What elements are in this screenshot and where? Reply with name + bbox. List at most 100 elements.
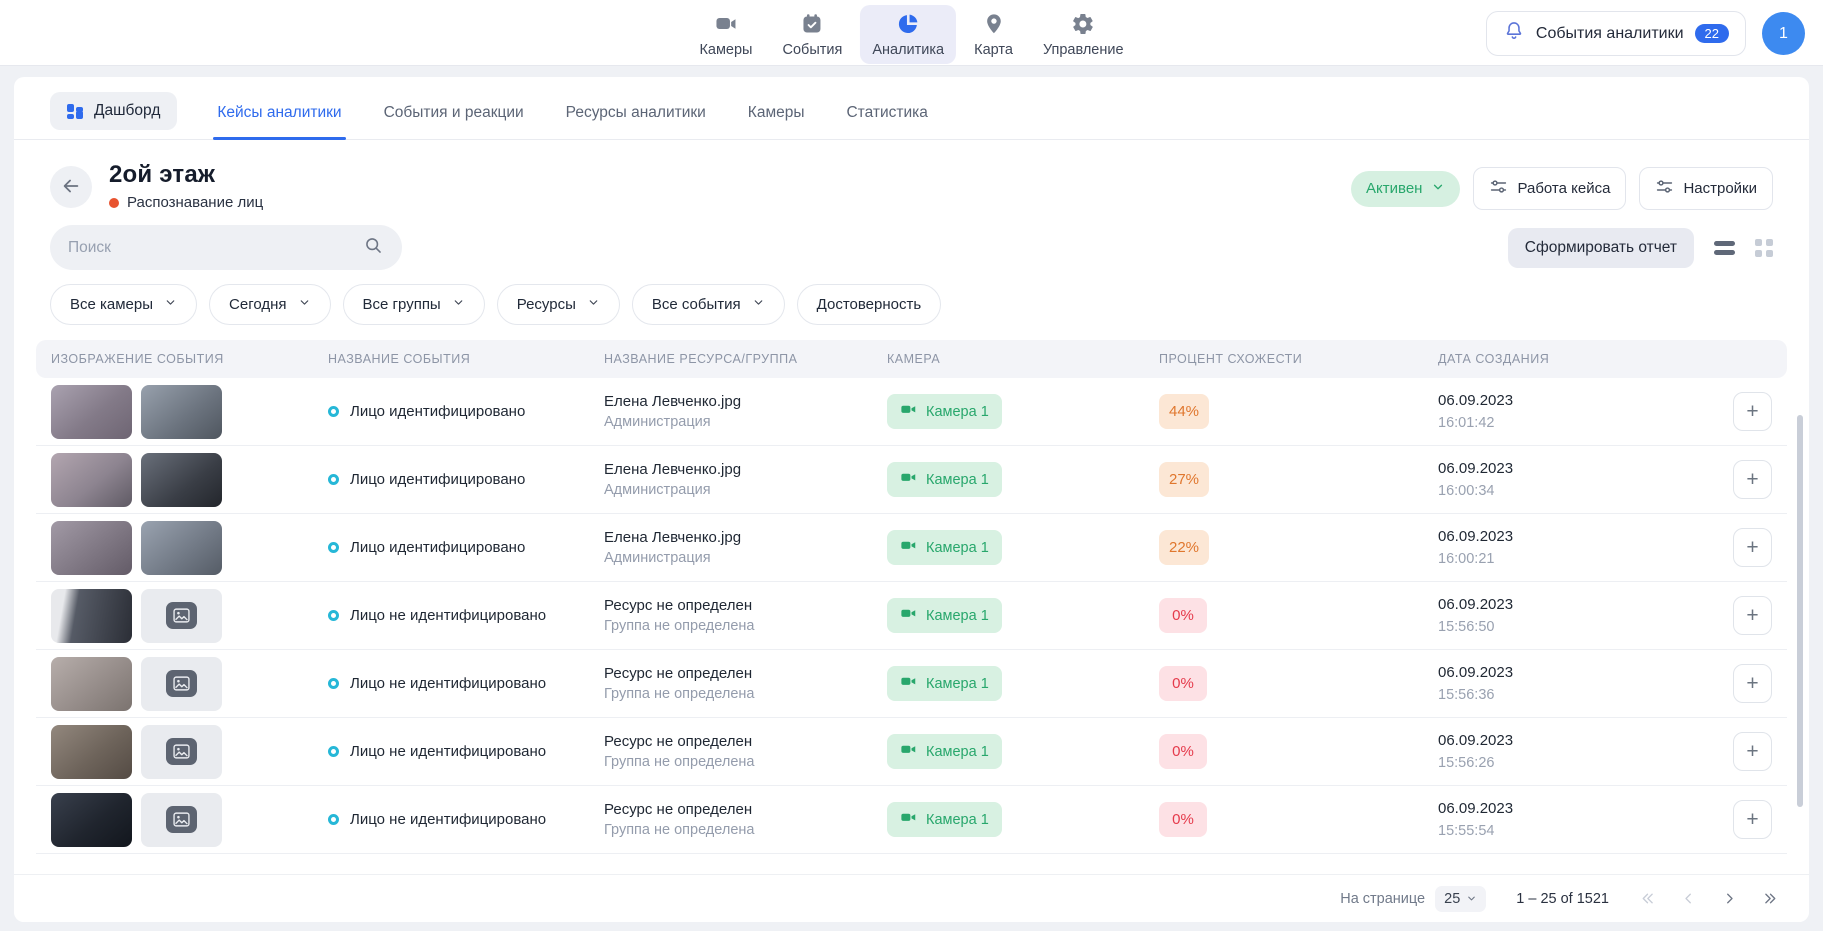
tab-events-reactions[interactable]: События и реакции (382, 90, 526, 139)
nav-item-map[interactable]: Карта (962, 5, 1025, 64)
camera-chip[interactable]: Камера 1 (887, 462, 1002, 497)
camera-chip[interactable]: Камера 1 (887, 394, 1002, 429)
analytics-events-button[interactable]: События аналитики 22 (1486, 11, 1746, 56)
created-cell: 06.09.2023 16:00:34 (1438, 458, 1706, 501)
table-row[interactable]: Лицо идентифицировано Елена Левченко.jpg… (36, 514, 1787, 582)
tab-cameras[interactable]: Камеры (746, 90, 807, 139)
filter-all-groups[interactable]: Все группы (343, 284, 485, 325)
camera-cell: Камера 1 (887, 530, 1159, 565)
nav-item-cameras[interactable]: Камеры (687, 5, 764, 64)
camera-chip[interactable]: Камера 1 (887, 734, 1002, 769)
search-input[interactable] (68, 239, 363, 257)
event-thumbnail[interactable] (51, 453, 132, 507)
nav-item-analytics[interactable]: Аналитика (860, 5, 956, 64)
similarity-badge: 27% (1159, 462, 1209, 497)
camera-chip[interactable]: Камера 1 (887, 666, 1002, 701)
case-header: 2ой этаж Распознавание лиц Активен Работ… (14, 140, 1809, 215)
user-avatar[interactable]: 1 (1762, 12, 1805, 55)
image-placeholder-icon (166, 738, 197, 765)
next-page-button[interactable] (1721, 890, 1738, 907)
created-cell: 06.09.2023 15:56:50 (1438, 594, 1706, 637)
camera-chip[interactable]: Камера 1 (887, 598, 1002, 633)
add-button[interactable]: + (1733, 596, 1772, 635)
thumbnails (51, 589, 328, 643)
image-placeholder[interactable] (141, 589, 222, 643)
tab-analytics-resources[interactable]: Ресурсы аналитики (564, 90, 708, 139)
pagination-bar: На странице 25 1 – 25 of 1521 (14, 874, 1809, 922)
event-name-cell: Лицо идентифицировано (328, 539, 604, 556)
nav-item-management[interactable]: Управление (1031, 5, 1136, 64)
last-page-button[interactable] (1762, 890, 1779, 907)
add-button[interactable]: + (1733, 732, 1772, 771)
table-row[interactable]: Лицо идентифицировано Елена Левченко.jpg… (36, 378, 1787, 446)
event-name-cell: Лицо не идентифицировано (328, 811, 604, 828)
filter-resources[interactable]: Ресурсы (497, 284, 620, 325)
tab-dashboard[interactable]: Дашборд (50, 92, 177, 130)
event-thumbnail[interactable] (141, 385, 222, 439)
filter-label: Все события (652, 296, 741, 313)
event-thumbnail[interactable] (141, 521, 222, 575)
tab-analytics-cases[interactable]: Кейсы аналитики (215, 90, 343, 139)
event-thumbnail[interactable] (51, 521, 132, 575)
table-body: Лицо идентифицировано Елена Левченко.jpg… (36, 378, 1787, 874)
table-row[interactable]: Лицо не идентифицировано Ресурс не опред… (36, 718, 1787, 786)
resource-name: Елена Левченко.jpg (604, 391, 887, 412)
created-date: 06.09.2023 (1438, 526, 1706, 549)
generate-report-button[interactable]: Сформировать отчет (1508, 228, 1694, 268)
add-button[interactable]: + (1733, 528, 1772, 567)
search-icon[interactable] (363, 235, 384, 261)
image-placeholder[interactable] (141, 657, 222, 711)
toolbar-right: Сформировать отчет (1508, 228, 1773, 268)
back-button[interactable] (50, 166, 92, 208)
grid-view-icon[interactable] (1755, 239, 1773, 257)
vertical-scrollbar[interactable] (1797, 415, 1803, 807)
image-placeholder[interactable] (141, 793, 222, 847)
filters: Все камеры Сегодня Все группы Ресурсы Вс… (14, 276, 1809, 340)
filter-all-events[interactable]: Все события (632, 284, 785, 325)
column-header-camera: КАМЕРА (887, 352, 1159, 366)
case-settings-button[interactable]: Настройки (1639, 167, 1773, 210)
resource-cell: Ресурс не определен Группа не определена (604, 731, 887, 772)
camera-cell: Камера 1 (887, 462, 1159, 497)
event-thumbnail[interactable] (51, 793, 132, 847)
table-row[interactable]: Лицо идентифицировано Елена Левченко.jpg… (36, 446, 1787, 514)
filter-date-today[interactable]: Сегодня (209, 284, 331, 325)
camera-chip[interactable]: Камера 1 (887, 530, 1002, 565)
list-view-icon[interactable] (1714, 241, 1735, 255)
add-button[interactable]: + (1733, 664, 1772, 703)
event-thumbnail[interactable] (51, 725, 132, 779)
created-cell: 06.09.2023 16:01:42 (1438, 390, 1706, 433)
per-page-select[interactable]: 25 (1435, 886, 1486, 912)
table-row[interactable]: Лицо не идентифицировано Ресурс не опред… (36, 650, 1787, 718)
resource-name: Ресурс не определен (604, 799, 887, 820)
camera-chip[interactable]: Камера 1 (887, 802, 1002, 837)
event-status-icon (328, 814, 339, 825)
event-thumbnail[interactable] (51, 589, 132, 643)
toolbar: Сформировать отчет (14, 215, 1809, 276)
previous-page-button[interactable] (1680, 890, 1697, 907)
case-work-button[interactable]: Работа кейса (1473, 167, 1626, 210)
event-thumbnail[interactable] (51, 657, 132, 711)
tab-statistics[interactable]: Статистика (844, 90, 929, 139)
table-row[interactable]: Лицо не идентифицировано Ресурс не опред… (36, 786, 1787, 854)
filter-all-cameras[interactable]: Все камеры (50, 284, 197, 325)
created-time: 15:55:54 (1438, 821, 1706, 841)
nav-item-events[interactable]: События (770, 5, 854, 64)
filter-label: Все камеры (70, 296, 153, 313)
event-name-cell: Лицо не идентифицировано (328, 675, 604, 692)
table-row[interactable]: Лицо не идентифицировано Ресурс не опред… (36, 582, 1787, 650)
add-button[interactable]: + (1733, 460, 1772, 499)
filter-confidence[interactable]: Достоверность (797, 284, 942, 325)
image-placeholder[interactable] (141, 725, 222, 779)
event-thumbnail[interactable] (51, 385, 132, 439)
per-page-value: 25 (1444, 891, 1460, 907)
case-status-dropdown[interactable]: Активен (1351, 171, 1460, 207)
resource-group: Группа не определена (604, 752, 887, 772)
event-thumbnail[interactable] (141, 453, 222, 507)
created-date: 06.09.2023 (1438, 458, 1706, 481)
event-status-icon (328, 610, 339, 621)
add-button[interactable]: + (1733, 800, 1772, 839)
first-page-button[interactable] (1639, 890, 1656, 907)
add-button[interactable]: + (1733, 392, 1772, 431)
nav-label: Аналитика (872, 42, 944, 58)
